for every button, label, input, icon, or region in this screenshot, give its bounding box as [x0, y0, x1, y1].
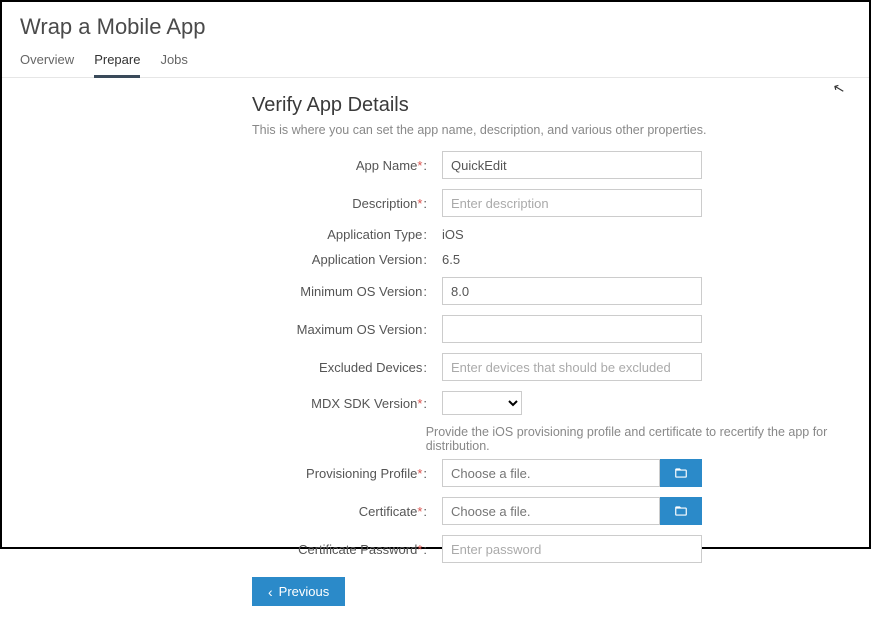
- tab-overview[interactable]: Overview: [20, 52, 74, 77]
- label-prov-profile: Provisioning Profile*:: [252, 466, 432, 481]
- label-mdx-sdk: MDX SDK Version*:: [252, 396, 432, 411]
- page-title: Wrap a Mobile App: [20, 14, 851, 40]
- description-input[interactable]: [442, 189, 702, 217]
- section-title: Verify App Details: [252, 94, 851, 117]
- label-excluded: Excluded Devices:: [252, 360, 432, 375]
- label-cert-password: Certificate Password*:: [252, 542, 432, 557]
- previous-button-label: Previous: [279, 584, 330, 599]
- label-description: Description*:: [252, 196, 432, 211]
- tab-prepare[interactable]: Prepare: [94, 52, 140, 78]
- prov-profile-browse-button[interactable]: [660, 459, 702, 487]
- app-type-value: iOS: [442, 227, 464, 242]
- label-certificate: Certificate*:: [252, 504, 432, 519]
- prov-profile-input[interactable]: [442, 459, 660, 487]
- section-desc: This is where you can set the app name, …: [252, 123, 851, 137]
- min-os-input[interactable]: [442, 277, 702, 305]
- max-os-input[interactable]: [442, 315, 702, 343]
- provision-helper-text: Provide the iOS provisioning profile and…: [426, 425, 851, 453]
- certificate-browse-button[interactable]: [660, 497, 702, 525]
- folder-open-icon: [673, 504, 689, 518]
- tab-bar: Overview Prepare Jobs: [2, 40, 869, 78]
- mdx-sdk-select[interactable]: [442, 391, 522, 415]
- label-app-type: Application Type:: [252, 227, 432, 242]
- label-app-version: Application Version:: [252, 252, 432, 267]
- folder-open-icon: [673, 466, 689, 480]
- app-version-value: 6.5: [442, 252, 460, 267]
- app-name-input[interactable]: [442, 151, 702, 179]
- cert-password-input[interactable]: [442, 535, 702, 563]
- label-min-os: Minimum OS Version:: [252, 284, 432, 299]
- excluded-devices-input[interactable]: [442, 353, 702, 381]
- label-max-os: Maximum OS Version:: [252, 322, 432, 337]
- chevron-left-icon: ‹: [268, 585, 273, 599]
- label-app-name: App Name*:: [252, 158, 432, 173]
- previous-button[interactable]: ‹ Previous: [252, 577, 345, 606]
- tab-jobs[interactable]: Jobs: [160, 52, 187, 77]
- certificate-input[interactable]: [442, 497, 660, 525]
